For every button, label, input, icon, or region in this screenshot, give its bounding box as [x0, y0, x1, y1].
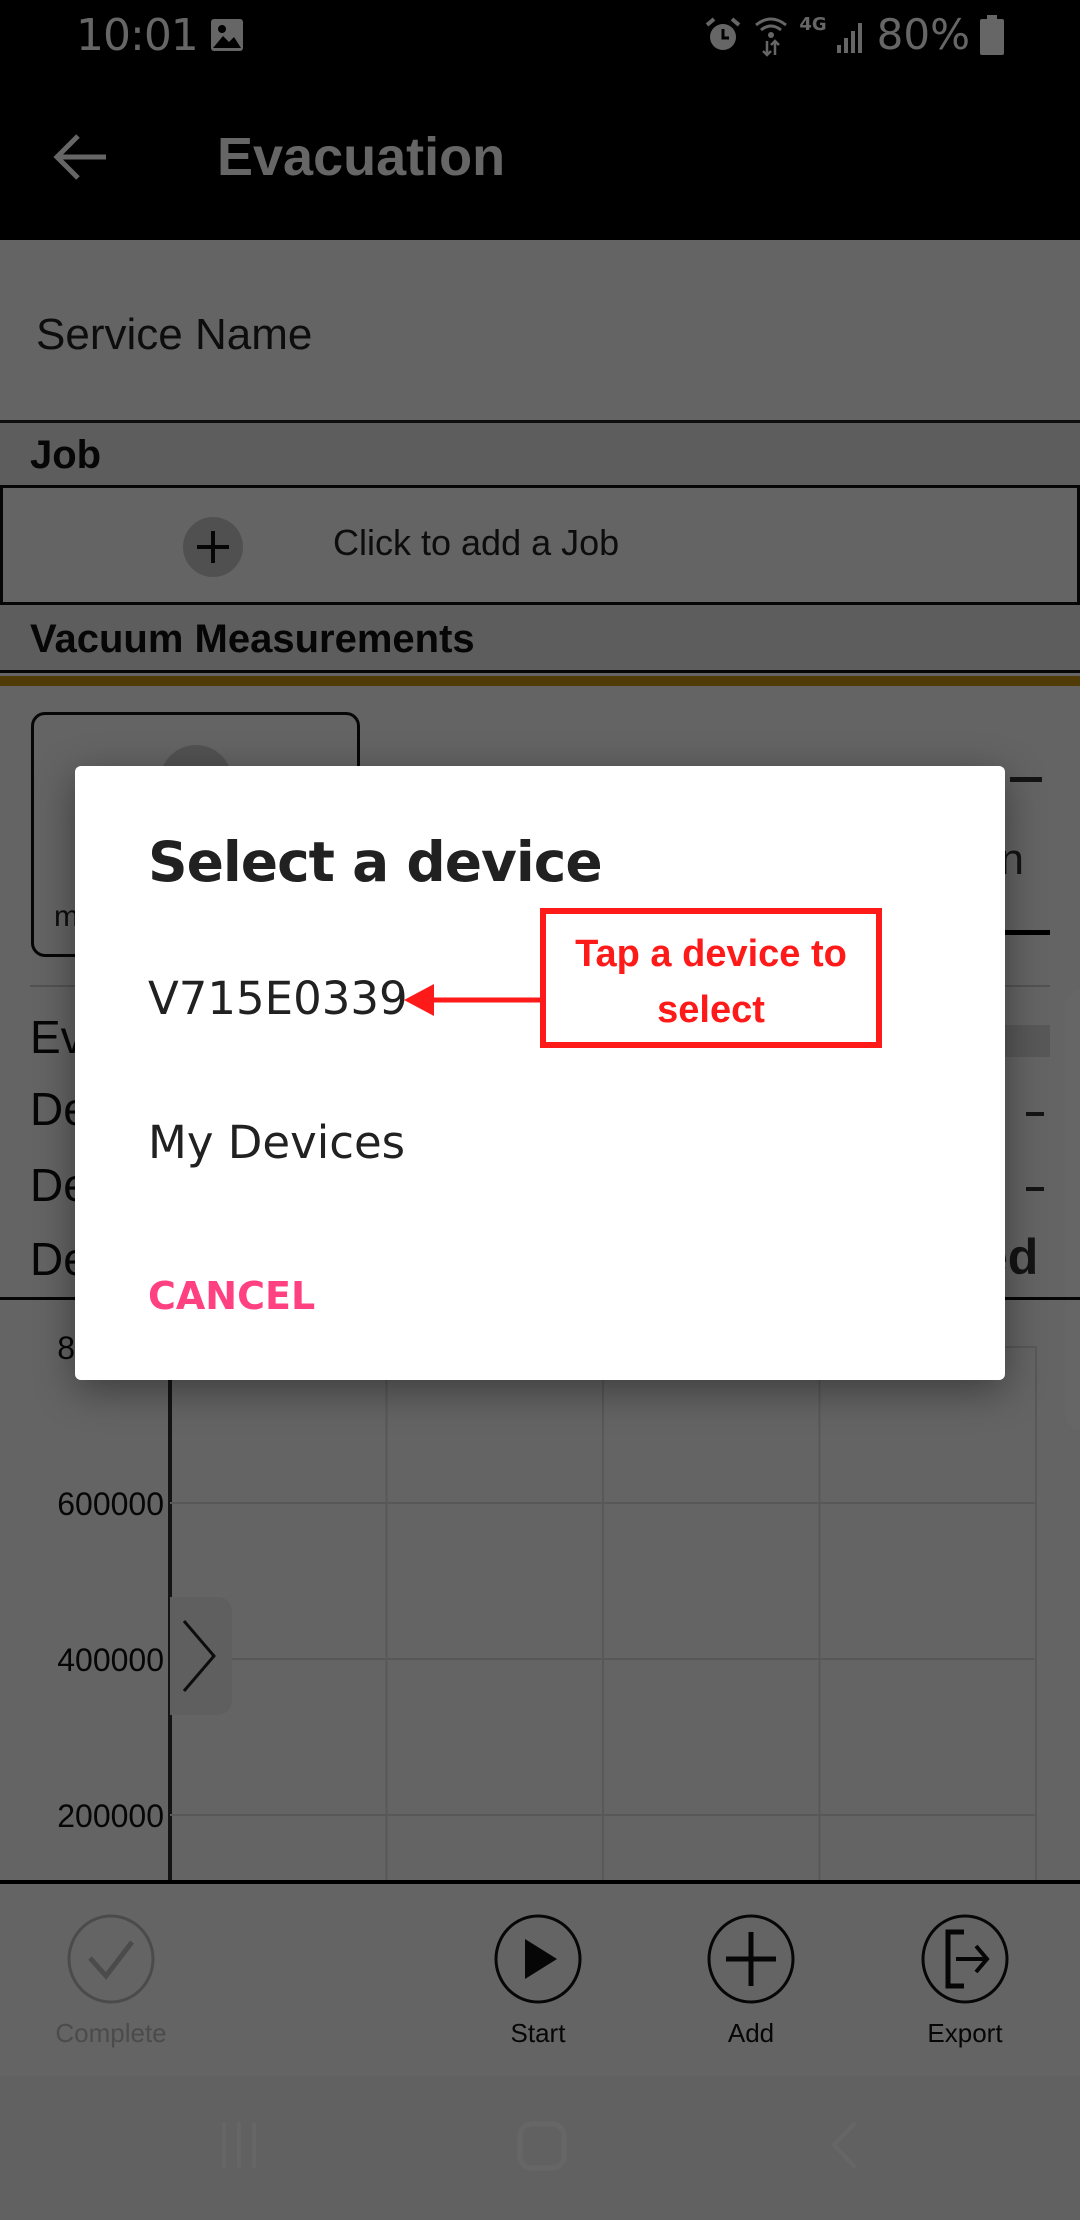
dialog-title: Select a device	[148, 830, 603, 894]
device-item-my-devices[interactable]: My Devices	[148, 1116, 405, 1169]
cancel-button[interactable]: CANCEL	[148, 1274, 315, 1318]
annotation-callout: Tap a device to select	[540, 908, 882, 1048]
select-device-dialog: Select a device V715E0339 My Devices CAN…	[75, 766, 1005, 1380]
annotation-arrow-icon	[404, 984, 544, 1016]
annotation-text: Tap a device to select	[575, 933, 847, 1031]
device-item-v715e0339[interactable]: V715E0339	[148, 972, 408, 1025]
